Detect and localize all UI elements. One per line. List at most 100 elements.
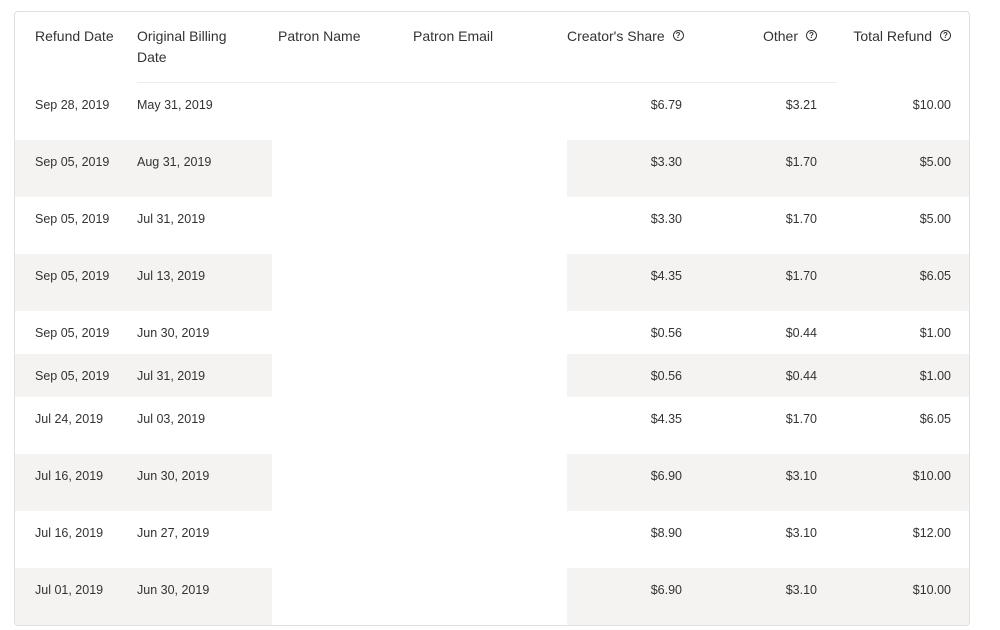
other-value: $0.44 [785, 369, 817, 383]
creators-share-cell: $0.56 [567, 354, 702, 397]
question-circle-icon[interactable]: ? [806, 30, 817, 41]
refund-date-value: Sep 05, 2019 [35, 212, 110, 226]
creators-share-value: $4.35 [650, 412, 682, 426]
question-circle-icon[interactable]: ? [940, 30, 951, 41]
original-billing-date-cell: Jun 30, 2019 [137, 454, 272, 511]
other-cell: $1.70 [702, 397, 837, 454]
total-refund-cell: $5.00 [837, 140, 969, 197]
patron-name-cell [272, 397, 407, 454]
patron-email-cell [407, 83, 567, 140]
patron-email-value [407, 354, 567, 368]
patron-name-value [272, 197, 407, 211]
patron-name-value [272, 568, 407, 582]
other-label: Other [762, 28, 798, 44]
other-cell: $0.44 [702, 354, 837, 397]
patron-name-value [272, 511, 407, 525]
column-header-total-refund[interactable]: Total Refund? [837, 12, 969, 83]
table-header: Refund Date Original Billing Date Patron… [15, 12, 969, 83]
refund-date-value: Jul 24, 2019 [35, 412, 104, 426]
patron-name-cell [272, 197, 407, 254]
patron-email-cell [407, 397, 567, 454]
column-header-other[interactable]: Other? [702, 12, 837, 83]
creators-share-cell: $8.90 [567, 511, 702, 568]
refund-date-cell: Sep 05, 2019 [15, 197, 137, 254]
original-billing-date-cell: Jun 30, 2019 [137, 568, 272, 625]
other-value: $3.21 [785, 98, 817, 112]
refund-date-cell: Jul 16, 2019 [15, 511, 137, 568]
total-refund-cell: $10.00 [837, 83, 969, 140]
patron-name-cell [272, 454, 407, 511]
total-refund-value: $1.00 [919, 326, 951, 340]
patron-email-value [407, 454, 567, 468]
patron-email-cell [407, 354, 567, 397]
column-header-patron-name[interactable]: Patron Name [272, 12, 407, 83]
total-refund-value: $6.05 [919, 269, 951, 283]
total-refund-cell: $6.05 [837, 254, 969, 311]
patron-email-value [407, 197, 567, 211]
creators-share-cell: $6.90 [567, 454, 702, 511]
column-header-refund-date[interactable]: Refund Date [15, 12, 137, 83]
refund-date-value: Sep 05, 2019 [35, 155, 110, 169]
total-refund-cell: $12.00 [837, 511, 969, 568]
patron-name-value [272, 83, 407, 97]
total-refund-value: $10.00 [912, 469, 951, 483]
refund-date-value: Jul 16, 2019 [35, 469, 104, 483]
refund-date-cell: Sep 05, 2019 [15, 311, 137, 354]
patron-name-cell [272, 311, 407, 354]
creators-share-cell: $6.90 [567, 568, 702, 625]
column-header-creators-share[interactable]: Creator's Share? [567, 12, 702, 83]
refund-date-cell: Sep 05, 2019 [15, 140, 137, 197]
other-value: $3.10 [785, 469, 817, 483]
creators-share-value: $6.79 [650, 98, 682, 112]
patron-name-value [272, 397, 407, 411]
patron-name-cell [272, 568, 407, 625]
patron-email-value [407, 83, 567, 97]
original-billing-date-cell: May 31, 2019 [137, 83, 272, 140]
total-refund-value: $12.00 [912, 526, 951, 540]
other-cell: $1.70 [702, 197, 837, 254]
creators-share-value: $3.30 [650, 155, 682, 169]
patron-name-cell [272, 83, 407, 140]
column-header-patron-email[interactable]: Patron Email [407, 12, 567, 83]
refund-date-value: Sep 05, 2019 [35, 269, 110, 283]
patron-name-cell [272, 254, 407, 311]
table-row: Jul 24, 2019 Jul 03, 2019 $4.35 $1.70 $6.05 [15, 397, 969, 454]
patron-name-cell [272, 140, 407, 197]
total-refund-cell: $10.00 [837, 568, 969, 625]
table-row: Sep 28, 2019 May 31, 2019 $6.79 $3.21 $10.00 [15, 83, 969, 140]
original-billing-date-cell: Jul 31, 2019 [137, 197, 272, 254]
total-refund-cell: $5.00 [837, 197, 969, 254]
patron-email-value [407, 140, 567, 154]
creators-share-value: $8.90 [650, 526, 682, 540]
column-header-original-billing-date[interactable]: Original Billing Date [137, 12, 272, 83]
refund-date-value: Sep 05, 2019 [35, 326, 110, 340]
patron-name-value [272, 140, 407, 154]
refund-date-value: Sep 05, 2019 [35, 369, 110, 383]
patron-email-value [407, 568, 567, 582]
creators-share-value: $3.30 [650, 212, 682, 226]
patron-email-value [407, 511, 567, 525]
other-cell: $0.44 [702, 311, 837, 354]
other-value: $1.70 [785, 269, 817, 283]
patron-email-cell [407, 454, 567, 511]
other-cell: $3.10 [702, 511, 837, 568]
patron-email-cell [407, 140, 567, 197]
total-refund-value: $5.00 [919, 212, 951, 226]
original-billing-date-value: May 31, 2019 [137, 98, 213, 112]
other-cell: $1.70 [702, 140, 837, 197]
refunds-table: Refund Date Original Billing Date Patron… [15, 12, 969, 625]
other-cell: $3.21 [702, 83, 837, 140]
creators-share-cell: $3.30 [567, 140, 702, 197]
table-row: Sep 05, 2019 Aug 31, 2019 $3.30 $1.70 $5.00 [15, 140, 969, 197]
creators-share-cell: $6.79 [567, 83, 702, 140]
total-refund-cell: $1.00 [837, 311, 969, 354]
original-billing-date-cell: Jul 03, 2019 [137, 397, 272, 454]
table-row: Sep 05, 2019 Jul 13, 2019 $4.35 $1.70 $6.05 [15, 254, 969, 311]
refund-date-value: Jul 16, 2019 [35, 526, 104, 540]
other-cell: $3.10 [702, 568, 837, 625]
question-circle-icon[interactable]: ? [672, 30, 684, 41]
other-cell: $1.70 [702, 254, 837, 311]
refund-date-cell: Sep 05, 2019 [15, 354, 137, 397]
original-billing-date-value: Jun 30, 2019 [137, 583, 210, 597]
original-billing-date-cell: Jul 31, 2019 [137, 354, 272, 397]
